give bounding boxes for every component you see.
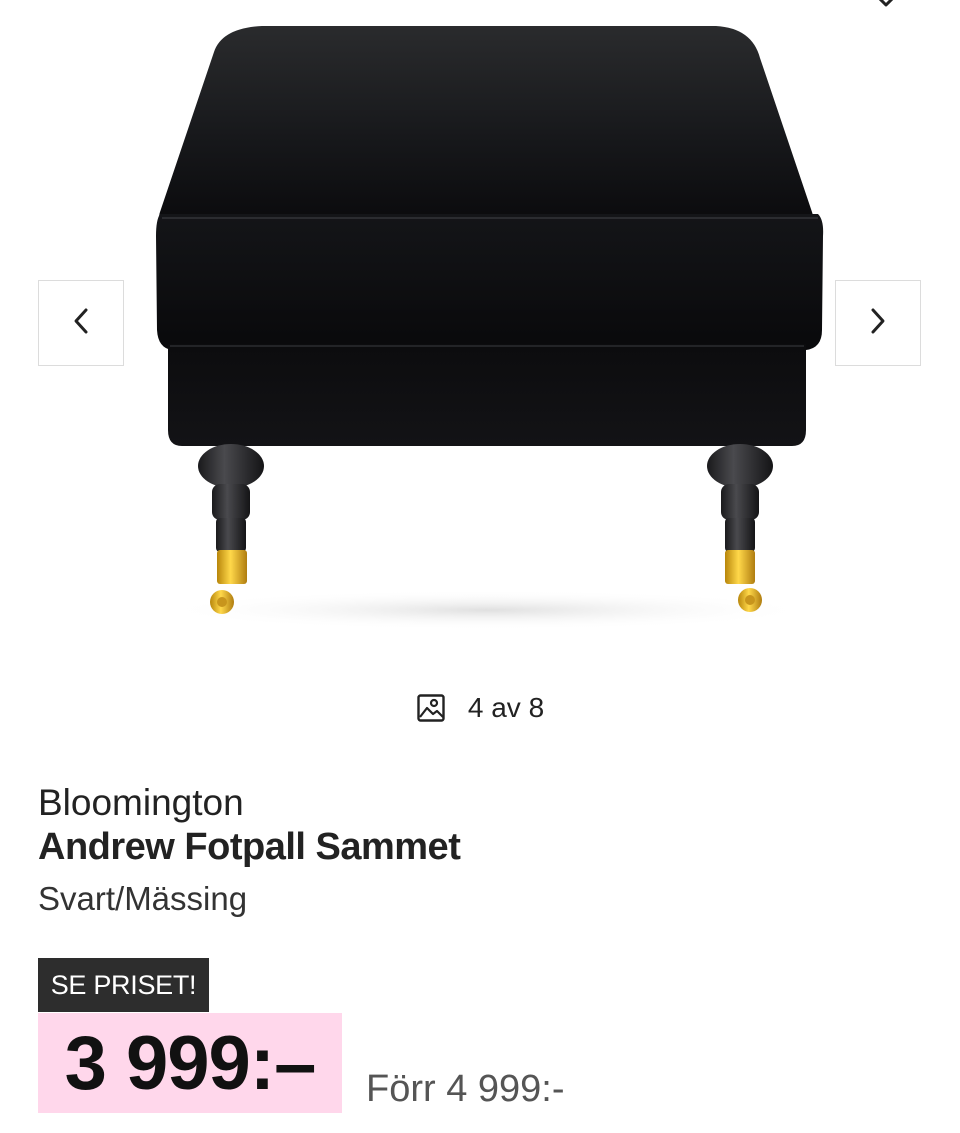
- image-counter[interactable]: 4 av 8: [0, 688, 960, 728]
- image-icon: [416, 693, 446, 723]
- image-counter-text: 4 av 8: [467, 692, 545, 723]
- previous-price: Förr 4 999:-: [366, 1068, 565, 1110]
- chevron-right-icon: [866, 306, 890, 341]
- product-brand[interactable]: Bloomington: [38, 782, 244, 824]
- product-image: [156, 26, 824, 630]
- next-image-button[interactable]: [835, 280, 921, 366]
- price-box: 3 999:–: [38, 1013, 342, 1113]
- previous-image-button[interactable]: [38, 280, 124, 366]
- chevron-down-icon[interactable]: [874, 0, 898, 12]
- promo-badge: SE PRISET!: [38, 958, 209, 1012]
- current-price: 3 999:–: [64, 1020, 317, 1106]
- product-variant: Svart/Mässing: [38, 880, 248, 917]
- product-title: Andrew Fotpall Sammet: [38, 826, 461, 868]
- chevron-left-icon: [69, 306, 93, 341]
- product-gallery: [0, 0, 960, 680]
